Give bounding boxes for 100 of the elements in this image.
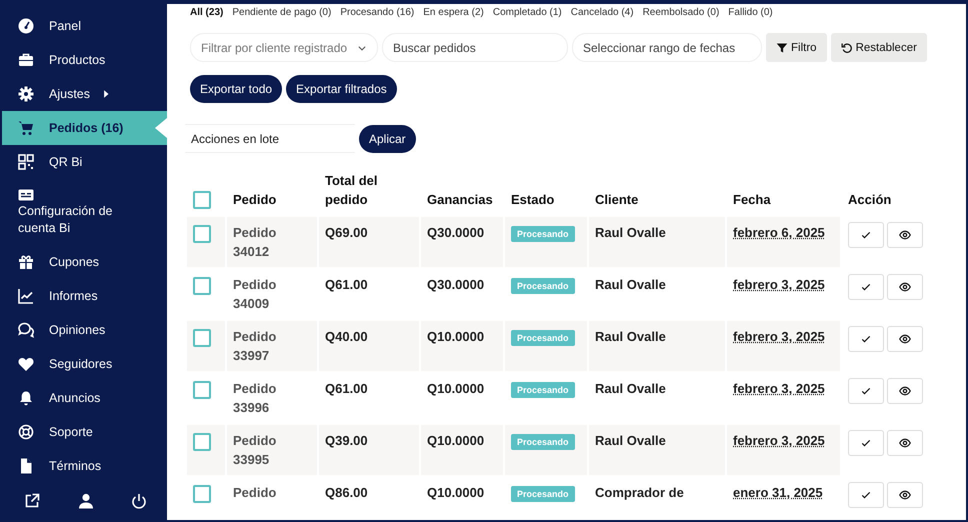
sidebar-item[interactable]: Términos: [2, 449, 167, 483]
order-date: febrero 3, 2025: [733, 433, 825, 448]
row-checkbox[interactable]: [193, 484, 211, 503]
checkmark-icon: [860, 437, 872, 449]
column-header: Total del pedido: [325, 173, 378, 207]
checkmark-icon: [860, 229, 872, 241]
order-total: Q69.00: [325, 225, 368, 240]
reset-button[interactable]: Restablecer: [830, 33, 927, 62]
status-tab[interactable]: Reembolsado (0): [642, 7, 720, 18]
line-chart-icon: [18, 288, 34, 304]
row-checkbox[interactable]: [193, 328, 211, 347]
lifebuoy-icon: [18, 424, 34, 440]
row-checkbox[interactable]: [193, 432, 211, 451]
order-date: febrero 3, 2025: [733, 329, 825, 344]
cart-icon: [18, 120, 34, 136]
select-all-checkbox[interactable]: [193, 191, 211, 209]
customer-name: Comprador de: [595, 485, 684, 500]
order-link[interactable]: Pedido 34009: [233, 275, 311, 313]
sidebar-item[interactable]: Cupones: [2, 245, 167, 279]
document-icon: [18, 458, 34, 474]
sidebar-item[interactable]: Productos: [2, 43, 167, 77]
status-badge: Procesando: [511, 382, 575, 398]
row-checkbox[interactable]: [193, 380, 211, 399]
undo-icon: [840, 42, 853, 54]
status-tab[interactable]: Cancelado (4): [570, 7, 634, 18]
view-button[interactable]: [887, 222, 923, 248]
customer-name: Raul Ovalle: [595, 329, 666, 344]
eye-icon: [899, 437, 911, 449]
status-badge: Procesando: [511, 226, 575, 242]
heart-icon: [18, 356, 34, 372]
status-badge: Procesando: [511, 330, 575, 346]
row-checkbox[interactable]: [193, 276, 211, 295]
customer-name: Raul Ovalle: [595, 433, 666, 448]
sidebar-item[interactable]: Seguidores: [2, 347, 167, 381]
sidebar-item[interactable]: QR Bi: [2, 145, 167, 179]
view-button[interactable]: [887, 378, 923, 404]
checkmark-icon: [860, 489, 872, 501]
sidebar-item[interactable]: Anuncios: [2, 381, 167, 415]
eye-icon: [899, 385, 911, 397]
checkmark-icon: [860, 281, 872, 293]
earnings-amount: Q10.0000: [427, 485, 484, 500]
customer-name: Raul Ovalle: [595, 225, 666, 240]
apply-button[interactable]: Aplicar: [359, 124, 416, 152]
filter-button[interactable]: Filtro: [766, 33, 827, 62]
status-tab[interactable]: Procesando (16): [340, 7, 414, 18]
order-date: febrero 3, 2025: [733, 381, 825, 396]
power-icon[interactable]: [131, 493, 147, 509]
user-icon[interactable]: [78, 493, 94, 509]
sidebar-item[interactable]: Panel: [2, 9, 167, 43]
column-header: Acción: [848, 192, 892, 207]
export-button[interactable]: Exportar filtrados: [286, 75, 397, 103]
eye-icon: [899, 333, 911, 345]
order-date: enero 31, 2025: [733, 485, 823, 500]
view-button[interactable]: [887, 482, 923, 508]
view-button[interactable]: [887, 274, 923, 300]
order-total: Q86.00: [325, 485, 368, 500]
order-link[interactable]: Pedido: [233, 483, 311, 502]
bell-icon: [18, 390, 34, 406]
order-total: Q39.00: [325, 433, 368, 448]
column-header: Fecha: [733, 192, 771, 207]
column-header: Estado: [511, 192, 554, 207]
order-link[interactable]: Pedido 33996: [233, 379, 311, 417]
status-badge: Procesando: [511, 486, 575, 502]
row-checkbox[interactable]: [193, 224, 211, 243]
export-button[interactable]: Exportar todo: [190, 75, 282, 103]
external-link-icon[interactable]: [24, 493, 40, 509]
qr-code-icon: [18, 154, 34, 170]
eye-icon: [899, 489, 911, 501]
eye-icon: [899, 229, 911, 241]
sidebar-item[interactable]: Soporte: [2, 415, 167, 449]
column-header: Cliente: [595, 192, 638, 207]
sidebar-item[interactable]: Ajustes: [2, 77, 167, 111]
date-range-field[interactable]: Seleccionar rango de fechas: [572, 33, 762, 62]
gear-icon: [18, 86, 34, 102]
status-tab[interactable]: Fallido (0): [728, 7, 773, 18]
status-tab[interactable]: Pendiente de pago (0): [232, 7, 332, 18]
status-tab[interactable]: Completado (1): [492, 7, 562, 18]
bulk-actions-dropdown[interactable]: Acciones en lote: [185, 124, 355, 153]
customer-name: Raul Ovalle: [595, 277, 666, 292]
customer-name: Raul Ovalle: [595, 381, 666, 396]
search-field[interactable]: Buscar pedidos: [382, 33, 568, 62]
status-tab[interactable]: En espera (2): [423, 7, 484, 18]
gauge-icon: [18, 18, 34, 34]
view-button[interactable]: [887, 430, 923, 456]
checkmark-icon: [860, 333, 872, 345]
order-date: febrero 6, 2025: [733, 225, 825, 240]
sidebar-item[interactable]: Opiniones: [2, 313, 167, 347]
notch-icon: [155, 118, 167, 138]
chat-bubbles-icon: [18, 322, 34, 338]
sidebar-item[interactable]: Pedidos (16): [2, 111, 167, 145]
sidebar-item[interactable]: Informes: [2, 279, 167, 313]
customer-filter-dropdown[interactable]: Filtrar por cliente registrado: [190, 33, 378, 62]
sidebar-item[interactable]: Configuración de cuenta Bi: [2, 179, 167, 245]
status-tab[interactable]: All (23): [190, 7, 224, 18]
order-date: febrero 3, 2025: [733, 277, 825, 292]
order-total: Q61.00: [325, 277, 368, 292]
order-total: Q40.00: [325, 329, 368, 344]
funnel-icon: [776, 42, 788, 54]
view-button[interactable]: [887, 326, 923, 352]
eye-icon: [899, 281, 911, 293]
